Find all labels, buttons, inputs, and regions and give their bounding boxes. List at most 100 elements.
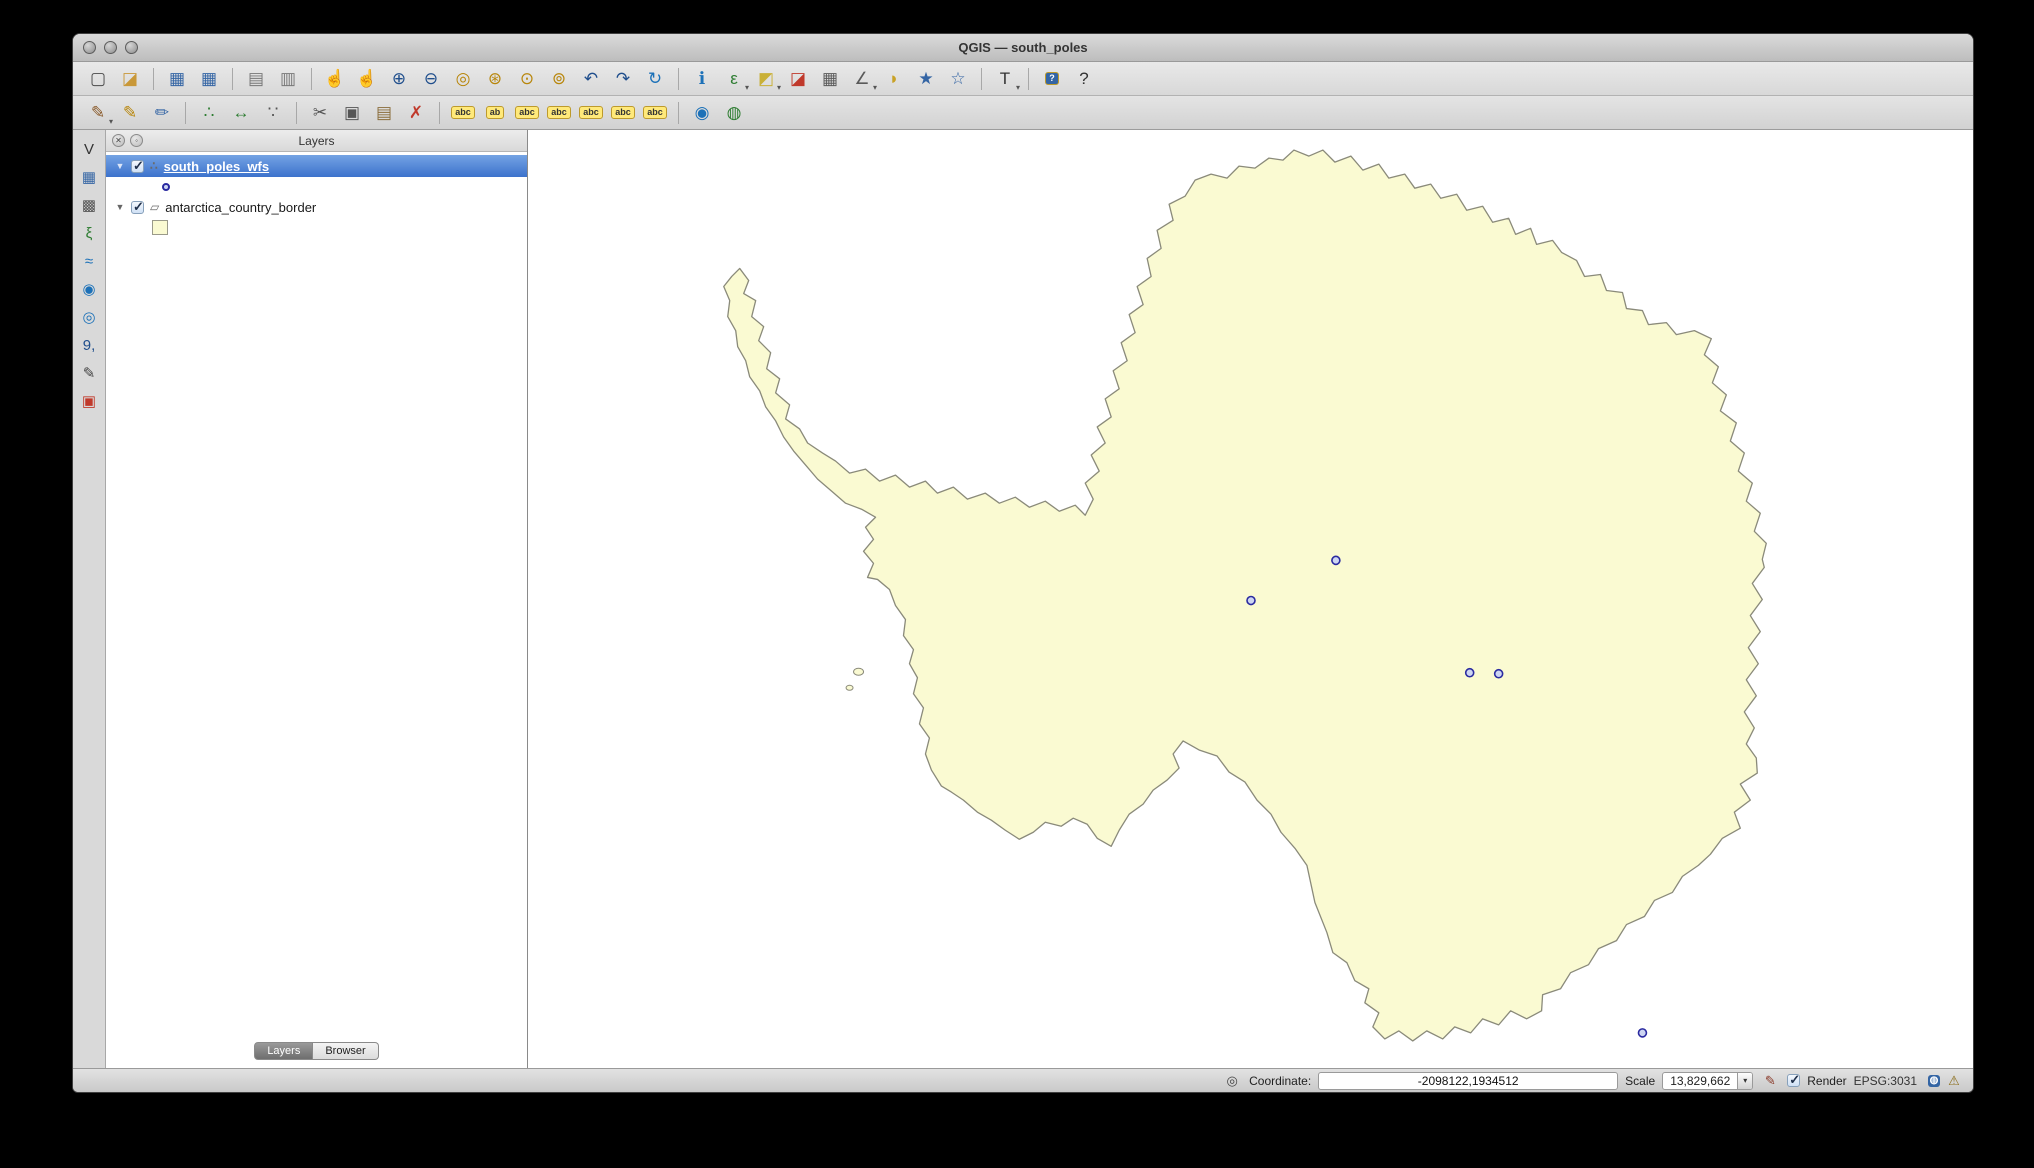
new-project-icon[interactable]: ▢ <box>83 65 113 93</box>
layer-visibility-checkbox[interactable] <box>131 199 144 215</box>
select-features-icon[interactable]: ◩ <box>751 65 781 93</box>
attribute-table-icon[interactable]: ▦ <box>815 65 845 93</box>
new-shapefile-icon[interactable]: ✎ <box>75 360 103 387</box>
map-tips-icon[interactable]: ◗ <box>879 65 909 93</box>
node-tool-icon[interactable]: ∵ <box>258 99 288 127</box>
label-highlight-icon[interactable]: abc <box>608 99 638 127</box>
save-edits-icon[interactable]: ✏ <box>147 99 177 127</box>
add-wfs-layer-icon[interactable]: ◎ <box>75 304 103 331</box>
coordinate-label: Coordinate: <box>1249 1073 1312 1088</box>
copy-features-icon[interactable]: ▣ <box>337 99 367 127</box>
title-bar[interactable]: QGIS — south_poles <box>73 34 1973 62</box>
layer-label: south_poles_wfs <box>163 158 270 174</box>
label-properties-icon[interactable]: abc <box>640 99 670 127</box>
zoom-in-icon[interactable]: ⊕ <box>384 65 414 93</box>
show-bookmarks-icon[interactable]: ☆ <box>943 65 973 93</box>
measure-icon[interactable]: ∠ <box>847 65 877 93</box>
identify-icon[interactable]: ℹ <box>687 65 717 93</box>
label-pin-icon[interactable]: abc <box>544 99 574 127</box>
deselect-features-icon[interactable]: ◪ <box>783 65 813 93</box>
zoom-to-selection-icon[interactable]: ⊙ <box>512 65 542 93</box>
label-rotate-icon[interactable]: abc <box>512 99 542 127</box>
remove-layer-icon[interactable]: ▣ <box>75 388 103 415</box>
toolbar-separator <box>678 101 679 124</box>
map-point <box>1637 1028 1648 1038</box>
panel-tabs: Layers Browser <box>106 1040 527 1068</box>
scale-value: 13,829,662 <box>1670 1073 1731 1088</box>
layer-row[interactable]: ∴ south_poles_wfs <box>106 155 527 177</box>
current-edits-icon[interactable]: ✎ <box>83 99 113 127</box>
open-project-icon[interactable]: ◪ <box>115 65 145 93</box>
new-bookmark-icon[interactable]: ★ <box>911 65 941 93</box>
globe-plugin-icon[interactable]: ◉ <box>687 99 717 127</box>
crs-status-icon[interactable]: ◍ <box>1924 1071 1944 1090</box>
zoom-last-icon[interactable]: ↶ <box>576 65 606 93</box>
tab-layers[interactable]: Layers <box>254 1042 314 1060</box>
panel-close-button[interactable] <box>112 134 125 147</box>
coordinate-input[interactable] <box>1318 1071 1619 1090</box>
layer-visibility-checkbox[interactable] <box>131 158 144 174</box>
scale-dropdown-arrow-icon[interactable] <box>1737 1072 1753 1089</box>
label-show-hide-icon[interactable]: abc <box>576 99 606 127</box>
labeling-icon[interactable]: abc <box>448 99 478 127</box>
save-project-as-icon[interactable]: ▦ <box>194 65 224 93</box>
zoom-next-icon[interactable]: ↷ <box>608 65 638 93</box>
layers-globe-icon[interactable]: ◍ <box>719 99 749 127</box>
refresh-map-icon[interactable]: ↻ <box>640 65 670 93</box>
toolbar-separator <box>678 67 679 90</box>
add-vector-layer-icon[interactable]: V <box>75 136 103 163</box>
add-raster-layer-icon[interactable]: ▦ <box>75 164 103 191</box>
help-icon[interactable]: ? <box>1037 65 1067 93</box>
print-composer-icon[interactable]: ▥ <box>273 65 303 93</box>
feature-action-icon[interactable]: ε <box>719 65 749 93</box>
add-delimited-text-icon[interactable]: 9, <box>75 332 103 359</box>
tab-browser[interactable]: Browser <box>313 1042 379 1060</box>
label-move-icon[interactable]: ab <box>480 99 510 127</box>
layer-symbol-row <box>106 218 527 237</box>
save-project-icon[interactable]: ▦ <box>162 65 192 93</box>
scale-combo[interactable]: 13,829,662 <box>1662 1071 1754 1090</box>
add-mssql-layer-icon[interactable]: ≈ <box>75 248 103 275</box>
map-point <box>1331 555 1341 566</box>
add-postgis-layer-icon[interactable]: ▩ <box>75 192 103 219</box>
toolbar-separator <box>153 67 154 90</box>
layer-row[interactable]: ▱ antarctica_country_border <box>106 196 527 218</box>
zoom-full-icon[interactable]: ⊛ <box>480 65 510 93</box>
map-point <box>1464 667 1475 678</box>
zoom-to-layer-icon[interactable]: ⊚ <box>544 65 574 93</box>
pan-map-icon[interactable]: ☝ <box>320 65 350 93</box>
zoom-out-icon[interactable]: ⊖ <box>416 65 446 93</box>
whats-this-icon[interactable]: ? <box>1069 65 1099 93</box>
toolbar-separator <box>296 101 297 124</box>
pen-icon[interactable]: ✎ <box>1760 1071 1780 1090</box>
log-messages-icon[interactable]: ⚠ <box>1944 1071 1964 1090</box>
cut-features-icon[interactable]: ✂ <box>305 99 335 127</box>
toolbar-separator <box>439 101 440 124</box>
render-checkbox[interactable] <box>1787 1072 1801 1088</box>
text-annotation-icon[interactable]: T <box>990 65 1020 93</box>
layers-panel-header: Layers <box>106 130 527 152</box>
expand-triangle-icon[interactable] <box>115 161 125 171</box>
mouse-position-icon[interactable]: ◎ <box>1222 1071 1242 1090</box>
pan-to-selection-icon[interactable]: ☝ <box>352 65 382 93</box>
panel-buttons <box>112 134 143 147</box>
expand-triangle-icon[interactable] <box>115 202 125 212</box>
toggle-editing-icon[interactable]: ✎ <box>115 99 145 127</box>
toolbar-digitizing-labels: ✎✎✏∴↔∵✂▣▤✗abcababcabcabcabcabc◉◍ <box>73 96 1973 130</box>
render-label: Render <box>1807 1073 1847 1088</box>
toolbar-separator <box>1028 67 1029 90</box>
delete-selected-icon[interactable]: ✗ <box>401 99 431 127</box>
toolbar-separator <box>981 67 982 90</box>
paste-features-icon[interactable]: ▤ <box>369 99 399 127</box>
add-wms-layer-icon[interactable]: ◉ <box>75 276 103 303</box>
capture-point-icon[interactable]: ∴ <box>194 99 224 127</box>
dropdown-caret-icon <box>109 117 113 126</box>
save-map-image-icon[interactable]: ▤ <box>241 65 271 93</box>
zoom-actual-size-icon[interactable]: ◎ <box>448 65 478 93</box>
window-title: QGIS — south_poles <box>958 40 1088 55</box>
map-canvas[interactable] <box>528 130 1973 1068</box>
panel-detach-button[interactable] <box>130 134 143 147</box>
move-feature-icon[interactable]: ↔ <box>226 99 256 127</box>
add-spatialite-layer-icon[interactable]: ξ <box>75 220 103 247</box>
dropdown-caret-icon <box>777 83 781 92</box>
